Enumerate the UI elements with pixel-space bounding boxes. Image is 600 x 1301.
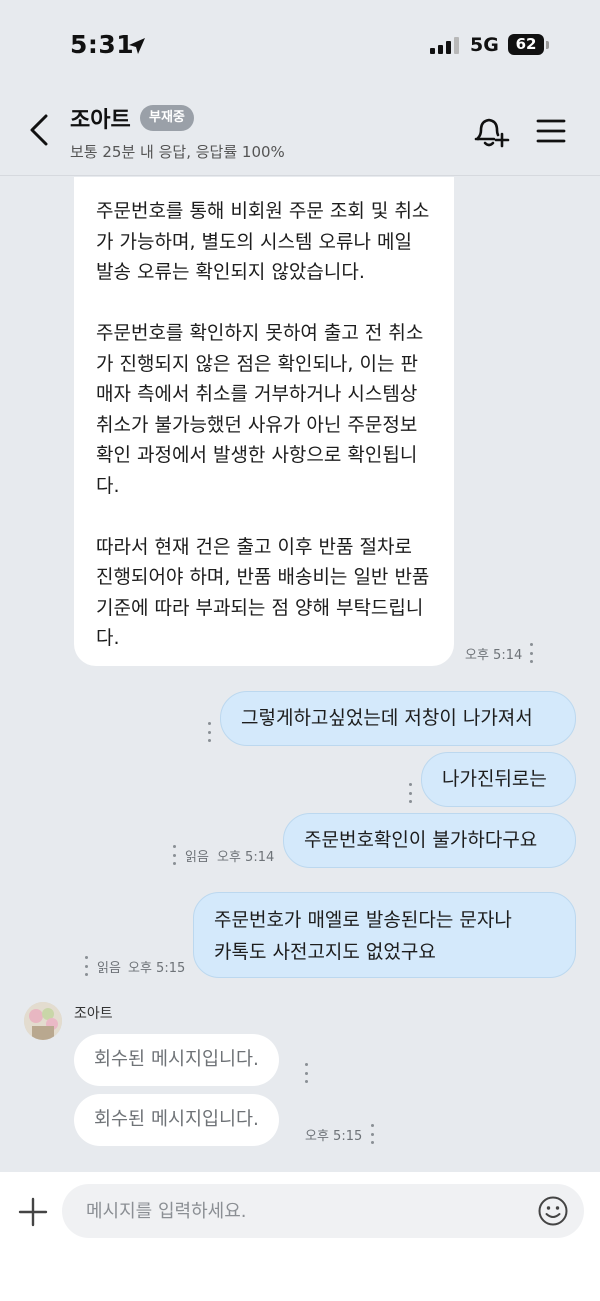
message-time: 오후 5:14 bbox=[465, 648, 523, 663]
message-time: 오후 5:15 bbox=[128, 961, 186, 976]
more-options-icon[interactable] bbox=[206, 722, 212, 742]
message-text-line: 카톡도 사전고지도 없었구요 bbox=[214, 941, 436, 963]
more-options-icon[interactable] bbox=[528, 643, 534, 663]
more-options-icon[interactable] bbox=[407, 783, 413, 803]
battery-icon: 62 bbox=[508, 34, 544, 55]
signal-icon bbox=[430, 36, 459, 54]
response-info: 보통 25분 내 응답, 응답률 100% bbox=[70, 143, 285, 161]
read-status: 읽음 bbox=[97, 961, 121, 976]
outgoing-message[interactable]: 주문번호가 매엘로 발송된다는 문자나 카톡도 사전고지도 없었구요 bbox=[193, 892, 576, 978]
bell-plus-icon[interactable] bbox=[470, 112, 510, 152]
message-time: 오후 5:14 bbox=[217, 850, 275, 865]
message-paragraph: 주문번호를 통해 비회원 주문 조회 및 취소가 가능하며, 별도의 시스템 오… bbox=[96, 200, 430, 283]
more-options-icon[interactable] bbox=[83, 956, 89, 976]
plus-icon[interactable] bbox=[17, 1196, 49, 1228]
more-options-icon[interactable] bbox=[303, 1063, 309, 1083]
outgoing-message[interactable]: 그렇게하고싶었는데 저창이 나가져서 bbox=[220, 691, 576, 746]
network-type: 5G bbox=[470, 34, 499, 56]
sender-name: 조아트 bbox=[74, 1006, 113, 1022]
message-input-bar bbox=[0, 1172, 600, 1301]
message-text: 회수된 메시지입니다. bbox=[94, 1049, 259, 1070]
back-arrow-icon[interactable] bbox=[22, 110, 58, 150]
more-options-icon[interactable] bbox=[369, 1124, 375, 1144]
more-options-icon[interactable] bbox=[171, 845, 177, 865]
message-text: 그렇게하고싶었는데 저창이 나가져서 bbox=[241, 707, 533, 729]
message-text-line: 주문번호가 매엘로 발송된다는 문자나 bbox=[214, 909, 512, 931]
status-time: 5:31 bbox=[70, 30, 135, 59]
message-input[interactable] bbox=[62, 1184, 584, 1238]
status-bar: 5:31 5G 62 bbox=[0, 0, 600, 88]
away-badge: 부재중 bbox=[140, 105, 194, 131]
chat-title: 조아트 bbox=[70, 108, 131, 133]
outgoing-message[interactable]: 주문번호확인이 불가하다구요 bbox=[283, 813, 576, 868]
location-arrow-icon bbox=[129, 38, 145, 54]
battery-tip bbox=[546, 41, 549, 49]
incoming-message[interactable]: 주문번호를 통해 비회원 주문 조회 및 취소가 가능하며, 별도의 시스템 오… bbox=[74, 177, 454, 666]
message-text: 주문번호확인이 불가하다구요 bbox=[304, 829, 538, 851]
avatar-image bbox=[24, 1002, 62, 1040]
read-status: 읽음 bbox=[185, 850, 209, 865]
outgoing-message[interactable]: 나가진뒤로는 bbox=[421, 752, 576, 807]
message-text: 나가진뒤로는 bbox=[442, 768, 547, 790]
recalled-message[interactable]: 회수된 메시지입니다. bbox=[74, 1094, 279, 1146]
emoji-icon[interactable] bbox=[537, 1195, 569, 1227]
chat-area[interactable]: 주문번호를 통해 비회원 주문 조회 및 취소가 가능하며, 별도의 시스템 오… bbox=[0, 177, 600, 1172]
chat-header: 조아트 부재중 보통 25분 내 응답, 응답률 100% bbox=[0, 88, 600, 176]
message-paragraph: 따라서 현재 건은 출고 이후 반품 절차로 진행되어야 하며, 반품 배송비는… bbox=[96, 535, 430, 650]
message-time: 오후 5:15 bbox=[305, 1129, 363, 1144]
menu-icon[interactable] bbox=[535, 116, 567, 146]
message-text: 회수된 메시지입니다. bbox=[94, 1109, 259, 1130]
avatar[interactable] bbox=[24, 1002, 62, 1040]
message-paragraph: 주문번호를 확인하지 못하여 출고 전 취소가 진행되지 않은 점은 확인되나,… bbox=[96, 322, 424, 497]
recalled-message[interactable]: 회수된 메시지입니다. bbox=[74, 1034, 279, 1086]
